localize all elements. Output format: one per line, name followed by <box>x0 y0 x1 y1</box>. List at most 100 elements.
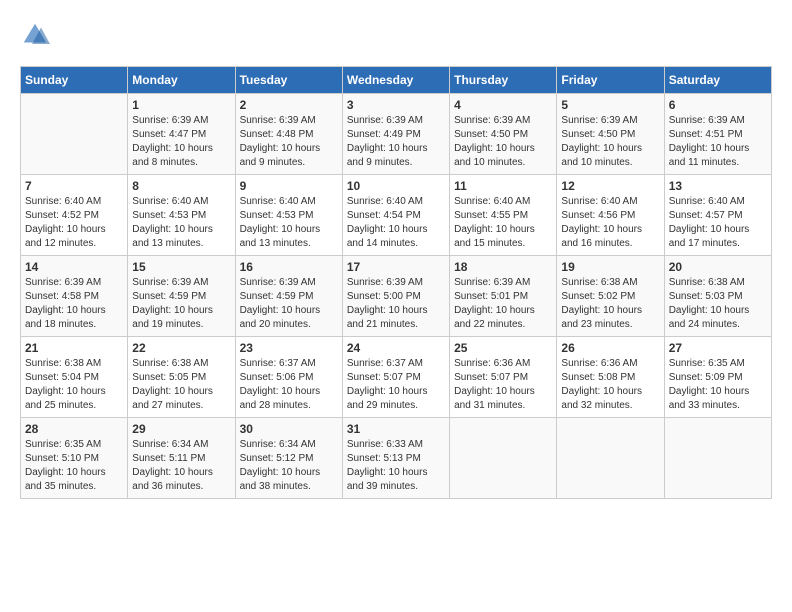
day-info: Sunrise: 6:39 AMSunset: 4:47 PMDaylight:… <box>132 114 230 170</box>
calendar-week-1: 1 Sunrise: 6:39 AMSunset: 4:47 PMDaylight… <box>21 94 772 175</box>
day-info: Sunrise: 6:37 AMSunset: 5:06 PMDaylight:… <box>240 357 338 413</box>
day-info: Sunrise: 6:34 AMSunset: 5:12 PMDaylight:… <box>240 438 338 494</box>
day-number: 15 <box>132 260 230 274</box>
calendar-cell: 11 Sunrise: 6:40 AMSunset: 4:55 PMDayligh… <box>450 175 557 256</box>
day-number: 28 <box>25 422 123 436</box>
day-number: 30 <box>240 422 338 436</box>
day-number: 26 <box>561 341 659 355</box>
day-info: Sunrise: 6:39 AMSunset: 4:59 PMDaylight:… <box>240 276 338 332</box>
day-info: Sunrise: 6:40 AMSunset: 4:54 PMDaylight:… <box>347 195 445 251</box>
day-info: Sunrise: 6:38 AMSunset: 5:05 PMDaylight:… <box>132 357 230 413</box>
day-info: Sunrise: 6:36 AMSunset: 5:08 PMDaylight:… <box>561 357 659 413</box>
day-number: 1 <box>132 98 230 112</box>
day-info: Sunrise: 6:40 AMSunset: 4:53 PMDaylight:… <box>240 195 338 251</box>
calendar-week-2: 7 Sunrise: 6:40 AMSunset: 4:52 PMDaylight… <box>21 175 772 256</box>
calendar-cell: 3Sunrise: 6:39 AMSunset: 4:49 PMDaylight… <box>342 94 449 175</box>
day-info: Sunrise: 6:40 AMSunset: 4:55 PMDaylight:… <box>454 195 552 251</box>
day-info: Sunrise: 6:39 AMSunset: 4:51 PMDaylight:… <box>669 114 767 170</box>
column-header-row: SundayMondayTuesdayWednesdayThursdayFrid… <box>21 67 772 94</box>
day-number: 24 <box>347 341 445 355</box>
day-number: 21 <box>25 341 123 355</box>
calendar-cell: 17 Sunrise: 6:39 AMSunset: 5:00 PMDayligh… <box>342 256 449 337</box>
calendar-cell: 14 Sunrise: 6:39 AMSunset: 4:58 PMDayligh… <box>21 256 128 337</box>
day-number: 5 <box>561 98 659 112</box>
calendar-cell: 19 Sunrise: 6:38 AMSunset: 5:02 PMDayligh… <box>557 256 664 337</box>
calendar-cell: 25Sunrise: 6:36 AMSunset: 5:07 PMDayligh… <box>450 337 557 418</box>
day-number: 25 <box>454 341 552 355</box>
day-info: Sunrise: 6:39 AMSunset: 5:01 PMDaylight:… <box>454 276 552 332</box>
calendar-cell: 13Sunrise: 6:40 AMSunset: 4:57 PMDayligh… <box>664 175 771 256</box>
day-info: Sunrise: 6:39 AMSunset: 5:00 PMDaylight:… <box>347 276 445 332</box>
calendar-week-3: 14 Sunrise: 6:39 AMSunset: 4:58 PMDayligh… <box>21 256 772 337</box>
day-info: Sunrise: 6:37 AMSunset: 5:07 PMDaylight:… <box>347 357 445 413</box>
calendar-cell: 15 Sunrise: 6:39 AMSunset: 4:59 PMDayligh… <box>128 256 235 337</box>
calendar-cell: 31 Sunrise: 6:33 AMSunset: 5:13 PMDayligh… <box>342 418 449 499</box>
calendar-cell <box>21 94 128 175</box>
day-number: 19 <box>561 260 659 274</box>
day-info: Sunrise: 6:39 AMSunset: 4:50 PMDaylight:… <box>561 114 659 170</box>
column-header-tuesday: Tuesday <box>235 67 342 94</box>
day-number: 16 <box>240 260 338 274</box>
calendar-cell <box>557 418 664 499</box>
day-number: 11 <box>454 179 552 193</box>
day-number: 27 <box>669 341 767 355</box>
day-number: 8 <box>132 179 230 193</box>
day-number: 31 <box>347 422 445 436</box>
calendar-cell: 7 Sunrise: 6:40 AMSunset: 4:52 PMDaylight… <box>21 175 128 256</box>
day-info: Sunrise: 6:35 AMSunset: 5:09 PMDaylight:… <box>669 357 767 413</box>
calendar-cell: 18 Sunrise: 6:39 AMSunset: 5:01 PMDayligh… <box>450 256 557 337</box>
calendar-cell: 24 Sunrise: 6:37 AMSunset: 5:07 PMDayligh… <box>342 337 449 418</box>
day-number: 12 <box>561 179 659 193</box>
day-number: 14 <box>25 260 123 274</box>
day-number: 29 <box>132 422 230 436</box>
day-info: Sunrise: 6:39 AMSunset: 4:50 PMDaylight:… <box>454 114 552 170</box>
day-info: Sunrise: 6:34 AMSunset: 5:11 PMDaylight:… <box>132 438 230 494</box>
calendar-cell: 1 Sunrise: 6:39 AMSunset: 4:47 PMDaylight… <box>128 94 235 175</box>
calendar-cell: 4 Sunrise: 6:39 AMSunset: 4:50 PMDaylight… <box>450 94 557 175</box>
day-number: 10 <box>347 179 445 193</box>
day-info: Sunrise: 6:40 AMSunset: 4:52 PMDaylight:… <box>25 195 123 251</box>
calendar-table: SundayMondayTuesdayWednesdayThursdayFrid… <box>20 66 772 499</box>
day-number: 23 <box>240 341 338 355</box>
calendar-cell: 16 Sunrise: 6:39 AMSunset: 4:59 PMDayligh… <box>235 256 342 337</box>
day-number: 9 <box>240 179 338 193</box>
column-header-monday: Monday <box>128 67 235 94</box>
day-number: 4 <box>454 98 552 112</box>
column-header-thursday: Thursday <box>450 67 557 94</box>
calendar-body: 1 Sunrise: 6:39 AMSunset: 4:47 PMDaylight… <box>21 94 772 499</box>
day-info: Sunrise: 6:38 AMSunset: 5:02 PMDaylight:… <box>561 276 659 332</box>
calendar-cell: 23 Sunrise: 6:37 AMSunset: 5:06 PMDayligh… <box>235 337 342 418</box>
day-info: Sunrise: 6:39 AMSunset: 4:49 PMDaylight:… <box>347 114 445 170</box>
logo-icon <box>20 20 50 50</box>
calendar-cell: 28 Sunrise: 6:35 AMSunset: 5:10 PMDayligh… <box>21 418 128 499</box>
day-info: Sunrise: 6:39 AMSunset: 4:48 PMDaylight:… <box>240 114 338 170</box>
day-info: Sunrise: 6:40 AMSunset: 4:53 PMDaylight:… <box>132 195 230 251</box>
calendar-cell: 30 Sunrise: 6:34 AMSunset: 5:12 PMDayligh… <box>235 418 342 499</box>
calendar-cell: 10 Sunrise: 6:40 AMSunset: 4:54 PMDayligh… <box>342 175 449 256</box>
page-header <box>20 20 772 50</box>
calendar-cell: 21Sunrise: 6:38 AMSunset: 5:04 PMDayligh… <box>21 337 128 418</box>
calendar-cell: 27 Sunrise: 6:35 AMSunset: 5:09 PMDayligh… <box>664 337 771 418</box>
day-info: Sunrise: 6:35 AMSunset: 5:10 PMDaylight:… <box>25 438 123 494</box>
calendar-cell: 22 Sunrise: 6:38 AMSunset: 5:05 PMDayligh… <box>128 337 235 418</box>
calendar-cell: 20Sunrise: 6:38 AMSunset: 5:03 PMDayligh… <box>664 256 771 337</box>
calendar-cell: 8 Sunrise: 6:40 AMSunset: 4:53 PMDaylight… <box>128 175 235 256</box>
day-number: 22 <box>132 341 230 355</box>
day-number: 17 <box>347 260 445 274</box>
day-info: Sunrise: 6:39 AMSunset: 4:58 PMDaylight:… <box>25 276 123 332</box>
calendar-cell: 29 Sunrise: 6:34 AMSunset: 5:11 PMDayligh… <box>128 418 235 499</box>
day-number: 7 <box>25 179 123 193</box>
calendar-cell: 12Sunrise: 6:40 AMSunset: 4:56 PMDayligh… <box>557 175 664 256</box>
day-number: 18 <box>454 260 552 274</box>
column-header-sunday: Sunday <box>21 67 128 94</box>
column-header-wednesday: Wednesday <box>342 67 449 94</box>
day-number: 13 <box>669 179 767 193</box>
day-info: Sunrise: 6:33 AMSunset: 5:13 PMDaylight:… <box>347 438 445 494</box>
column-header-friday: Friday <box>557 67 664 94</box>
calendar-cell: 26 Sunrise: 6:36 AMSunset: 5:08 PMDayligh… <box>557 337 664 418</box>
calendar-week-4: 21Sunrise: 6:38 AMSunset: 5:04 PMDayligh… <box>21 337 772 418</box>
calendar-week-5: 28 Sunrise: 6:35 AMSunset: 5:10 PMDayligh… <box>21 418 772 499</box>
day-info: Sunrise: 6:39 AMSunset: 4:59 PMDaylight:… <box>132 276 230 332</box>
calendar-cell: 5 Sunrise: 6:39 AMSunset: 4:50 PMDaylight… <box>557 94 664 175</box>
day-number: 2 <box>240 98 338 112</box>
